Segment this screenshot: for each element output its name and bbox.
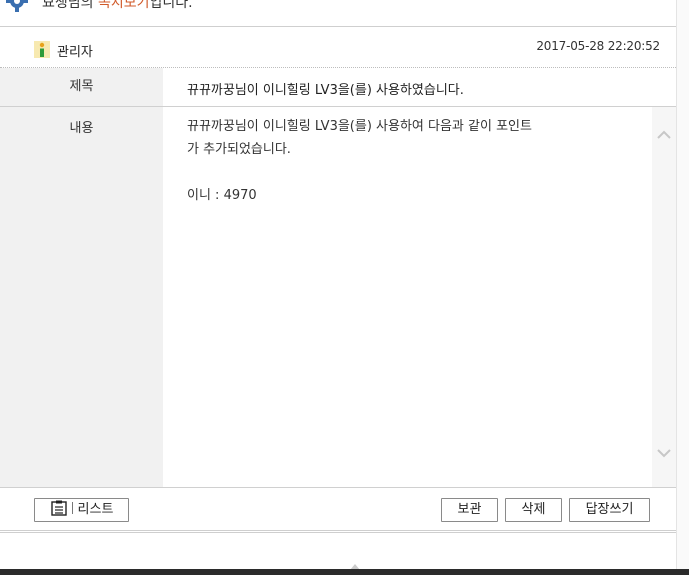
content-label: 내용	[0, 107, 163, 487]
sender-name: 관리자	[57, 45, 93, 60]
gear-icon	[6, 0, 28, 12]
clipboard-icon	[50, 500, 67, 516]
content-line: 가 추가되었습니다.	[187, 142, 291, 157]
action-bar: 리스트 보관 삭제 답장쓰기	[0, 487, 676, 533]
save-button[interactable]: 보관	[441, 498, 498, 522]
title-suffix: 입니다.	[149, 0, 193, 11]
content-line: 이니 : 4970	[187, 188, 257, 203]
content-scrollbar[interactable]	[652, 107, 676, 487]
window-edge	[676, 0, 689, 575]
divider	[71, 502, 73, 514]
title-prefix: 묘쟁님의	[42, 0, 98, 11]
content-line	[187, 161, 637, 184]
taskbar-edge	[0, 569, 689, 575]
page-header: 묘쟁님의 쪽지보기입니다.	[0, 0, 676, 27]
subject-label: 제목	[0, 68, 163, 106]
content-row: 내용 뀨뀨까꿍님이 이니힐링 LV3을(를) 사용하여 다음과 같이 포인트 가…	[0, 107, 676, 487]
user-icon	[34, 41, 50, 58]
reply-button[interactable]: 답장쓰기	[569, 498, 650, 522]
list-button[interactable]: 리스트	[34, 498, 129, 522]
subject-text: 뀨뀨까꿍님이 이니힐링 LV3을(를) 사용하였습니다.	[187, 83, 464, 98]
message-content: 뀨뀨까꿍님이 이니힐링 LV3을(를) 사용하여 다음과 같이 포인트 가 추가…	[187, 115, 637, 207]
title-accent: 쪽지보기	[97, 0, 150, 11]
delete-button[interactable]: 삭제	[505, 498, 562, 522]
chevron-up-icon[interactable]	[654, 125, 674, 145]
page-title: 묘쟁님의 쪽지보기입니다.	[42, 0, 193, 12]
content-line: 뀨뀨까꿍님이 이니힐링 LV3을(를) 사용하여 다음과 같이 포인트	[187, 119, 532, 134]
list-button-label: 리스트	[77, 502, 114, 517]
subject-row: 제목 뀨뀨까꿍님이 이니힐링 LV3을(를) 사용하였습니다.	[0, 68, 676, 107]
message-date: 2017-05-28 22:20:52	[536, 39, 660, 53]
message-info-row: 관리자 2017-05-28 22:20:52	[0, 31, 676, 68]
chevron-down-icon[interactable]	[654, 443, 674, 463]
